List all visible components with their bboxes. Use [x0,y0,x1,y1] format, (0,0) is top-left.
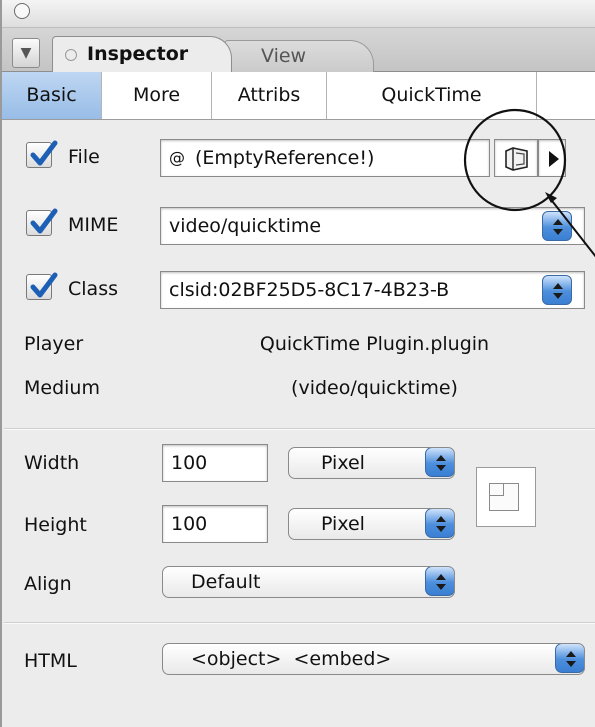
html-value: <object> <embed> [191,648,392,670]
file-menu-button[interactable] [538,139,566,177]
up-down-arrows-icon [436,516,446,532]
height-input[interactable]: 100 [162,505,268,543]
mime-field[interactable]: video/quicktime [160,207,585,245]
tab-view[interactable]: View [224,40,374,73]
align-stepper[interactable] [425,567,454,596]
height-unit-select[interactable]: Pixel [288,508,455,540]
inspector-panel: ▼ View Inspector Basic More Attribs Quic… [0,0,595,727]
up-down-arrows-icon [436,455,446,471]
up-down-arrows-icon [436,574,446,590]
callout-arrowhead-icon [545,192,557,203]
width-unit-stepper[interactable] [425,448,454,477]
height-label: Height [24,514,87,536]
class-checkbox[interactable] [26,272,58,300]
section-divider [4,428,595,430]
tab-inspector[interactable]: Inspector [52,36,232,73]
align-value: Default [191,571,261,593]
right-arrow-icon [549,151,559,167]
width-label: Width [24,452,80,474]
close-button[interactable] [14,3,30,19]
class-field[interactable]: clsid:02BF25D5-8C17-4B23-B [160,271,585,309]
mime-value: video/quicktime [169,215,322,237]
up-down-arrows-icon [566,651,576,667]
window-titlebar [2,0,595,28]
width-unit-value: Pixel [321,452,365,474]
width-input[interactable]: 100 [162,444,268,482]
height-unit-value: Pixel [321,513,365,535]
tab-close-icon[interactable] [65,49,77,61]
width-unit-select[interactable]: Pixel [288,447,455,479]
align-label: Align [24,573,72,595]
subtab-basic[interactable]: Basic [2,72,102,119]
file-field[interactable]: @ (EmptyReference!) [160,139,490,177]
html-select[interactable]: <object> <embed> [162,643,585,675]
class-label: Class [68,278,118,300]
alignment-box-icon [489,483,519,511]
browse-file-button[interactable] [494,139,538,177]
height-unit-stepper[interactable] [425,509,454,538]
checkmark-icon [30,208,58,234]
class-value: clsid:02BF25D5-8C17-4B23-B [169,279,450,301]
align-select[interactable]: Default [162,566,455,598]
checkmark-icon [30,140,58,166]
folder-icon [505,147,528,171]
collapse-triangle-icon[interactable]: ▼ [12,38,40,68]
subtab-quicktime[interactable]: QuickTime [327,72,537,119]
subtab-bar: Basic More Attribs QuickTime [2,72,595,120]
player-label: Player [24,333,84,355]
up-down-arrows-icon [553,283,563,299]
width-value: 100 [171,452,208,474]
medium-label: Medium [24,377,100,399]
tab-view-label: View [261,45,307,67]
up-down-arrows-icon [553,219,563,235]
file-value: (EmptyReference!) [195,147,375,169]
file-checkbox[interactable] [26,140,58,168]
mime-checkbox[interactable] [26,208,58,236]
html-stepper[interactable] [555,644,584,673]
subtab-more[interactable]: More [102,72,212,119]
section-divider [4,622,595,624]
subtab-attribs[interactable]: Attribs [212,72,327,119]
checkmark-icon [30,272,58,298]
html-label: HTML [24,650,77,672]
mime-stepper[interactable] [542,211,572,241]
tab-bar: ▼ View Inspector [2,28,595,73]
medium-value: (video/quicktime) [291,377,458,399]
class-stepper[interactable] [542,275,572,305]
file-label: File [68,146,100,168]
mime-label: MIME [68,214,119,236]
tab-inspector-label: Inspector [87,43,189,65]
at-icon: @ [169,148,185,167]
alignment-picker-button[interactable] [476,467,536,527]
height-value: 100 [171,513,208,535]
player-value: QuickTime Plugin.plugin [259,333,490,355]
